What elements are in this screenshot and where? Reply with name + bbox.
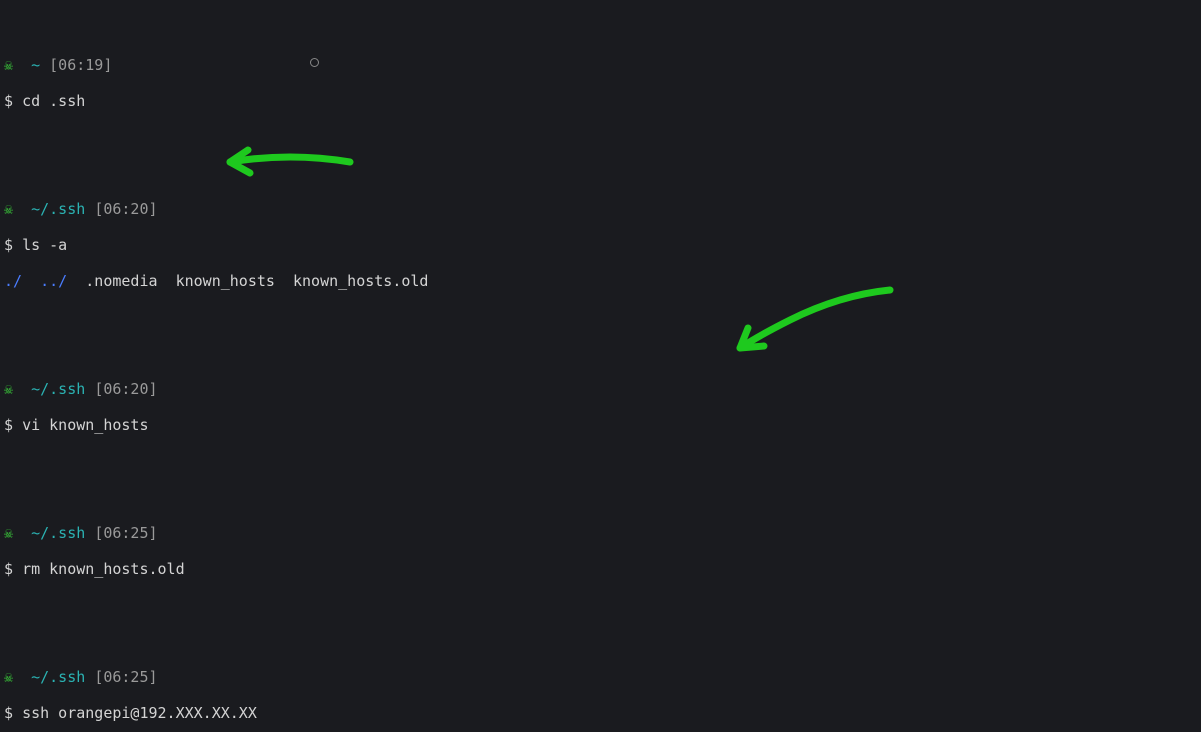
skull-icon: ☠ [4,668,13,686]
terminal-output[interactable]: ☠ ~ [06:19] $ cd .ssh ☠ ~/.ssh [06:20] $… [0,0,1201,732]
prompt-line: ☠ ~/.ssh [06:25] [4,524,1197,542]
prompt-line: ☠ ~/.ssh [06:25] [4,668,1197,686]
command-line: $ ssh orangepi@192.XXX.XX.XX [4,704,1197,722]
command-line: $ ls -a [4,236,1197,254]
ls-output: ./ ../ .nomedia known_hosts known_hosts.… [4,272,1197,290]
skull-icon: ☠ [4,380,13,398]
command-line: $ rm known_hosts.old [4,560,1197,578]
prompt-line: ☠ ~/.ssh [06:20] [4,380,1197,398]
annotation-dot [310,58,319,67]
prompt-line: ☠ ~ [06:19] [4,56,1197,74]
command-line: $ vi known_hosts [4,416,1197,434]
skull-icon: ☠ [4,524,13,542]
skull-icon: ☠ [4,56,13,74]
prompt-line: ☠ ~/.ssh [06:20] [4,200,1197,218]
skull-icon: ☠ [4,200,13,218]
command-line: $ cd .ssh [4,92,1197,110]
